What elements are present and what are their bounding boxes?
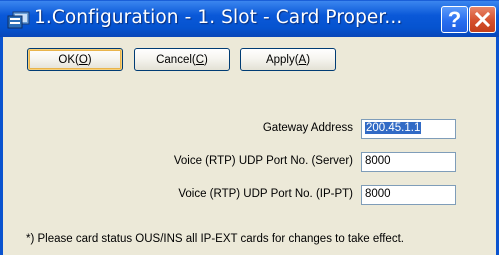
ok-accelerator: O: [78, 53, 88, 66]
title-bar[interactable]: 1.Configuration - 1. Slot - Card Proper.…: [0, 0, 499, 37]
status-note: *) Please card status OUS/INS all IP-EXT…: [26, 233, 404, 245]
rtp-port-server-field[interactable]: 8000: [361, 152, 456, 172]
cancel-label-prefix: Cancel(: [156, 53, 196, 66]
rtp-port-ippt-field[interactable]: 8000: [361, 185, 456, 205]
ok-button[interactable]: OK(O): [27, 48, 123, 71]
gateway-address-field[interactable]: 200.45.1.1: [361, 119, 456, 139]
window-title: 1.Configuration - 1. Slot - Card Proper.…: [34, 7, 403, 28]
help-icon: ?: [447, 6, 462, 32]
apply-button[interactable]: Apply(A): [240, 48, 336, 71]
help-button[interactable]: ?: [441, 6, 468, 33]
ok-label-prefix: OK(: [58, 53, 79, 66]
rtp-port-server-label: Voice (RTP) UDP Port No. (Server): [173, 155, 353, 167]
close-icon: [474, 11, 491, 28]
gateway-address-value: 200.45.1.1: [365, 122, 422, 134]
app-window-icon: [7, 10, 31, 30]
rtp-port-ippt-label: Voice (RTP) UDP Port No. (IP-PT): [178, 188, 353, 200]
dialog-body: OK(O) Cancel(C) Apply(A) Gateway Address…: [3, 37, 496, 255]
ok-label-suffix: ): [87, 53, 92, 66]
cancel-label-suffix: ): [204, 53, 208, 66]
apply-accelerator: A: [298, 53, 307, 66]
cancel-button[interactable]: Cancel(C): [134, 48, 230, 71]
cancel-accelerator: C: [195, 53, 205, 66]
close-button[interactable]: [469, 6, 496, 33]
apply-label-prefix: Apply(: [265, 53, 299, 66]
gateway-address-label: Gateway Address: [262, 122, 353, 134]
apply-label-suffix: ): [306, 53, 311, 66]
